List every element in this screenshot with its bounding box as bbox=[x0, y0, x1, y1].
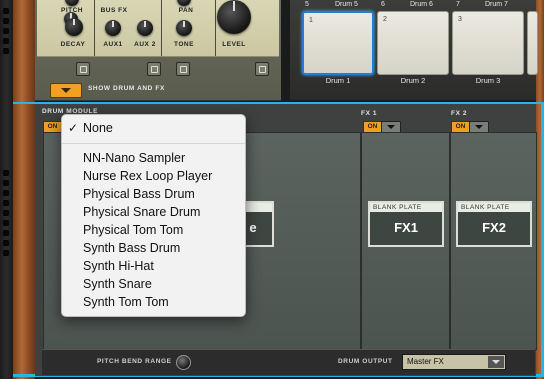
send-button[interactable] bbox=[76, 62, 90, 76]
decay-label: DECAY bbox=[60, 41, 86, 48]
menu-item-physical-bass-drum[interactable]: Physical Bass Drum bbox=[62, 185, 245, 203]
menu-item-synth-tom-tom[interactable]: Synth Tom Tom bbox=[62, 293, 245, 311]
menu-item-none[interactable]: ✓ None bbox=[62, 119, 245, 137]
drum-pad-4[interactable] bbox=[527, 11, 538, 75]
drum-output-value: Master FX bbox=[407, 357, 444, 366]
menu-item-nurse-rex-loop-player[interactable]: Nurse Rex Loop Player bbox=[62, 167, 245, 185]
show-drum-fx-toggle[interactable] bbox=[50, 83, 82, 98]
drum-pad-2[interactable]: 2 bbox=[377, 11, 449, 75]
pad-number: 1 bbox=[309, 17, 313, 24]
pan-label: PAN bbox=[178, 7, 194, 14]
pad-label: Drum 2 bbox=[400, 76, 426, 85]
rack-rail-left bbox=[0, 0, 13, 379]
checkmark-icon: ✓ bbox=[68, 121, 79, 135]
pitch-label: PITCH bbox=[61, 7, 83, 14]
fx2-blank-plate: BLANK PLATE FX2 bbox=[456, 201, 532, 247]
pad-label-top: Drum 7 bbox=[485, 1, 508, 8]
decay-knob[interactable] bbox=[65, 18, 83, 36]
menu-item-nn-nano-sampler[interactable]: NN-Nano Sampler bbox=[62, 149, 245, 167]
plate-name: FX2 bbox=[482, 220, 506, 235]
menu-separator bbox=[62, 143, 245, 144]
pitch-bend-range-label: PITCH BEND RANGE bbox=[97, 358, 172, 365]
fx1-blank-plate: BLANK PLATE FX1 bbox=[368, 201, 444, 247]
menu-item-physical-snare-drum[interactable]: Physical Snare Drum bbox=[62, 203, 245, 221]
show-drum-fx-label: SHOW DRUM AND FX bbox=[88, 85, 165, 92]
menu-item-synth-bass-drum[interactable]: Synth Bass Drum bbox=[62, 239, 245, 257]
tone-label: TONE bbox=[174, 41, 194, 48]
drum-pad-3[interactable]: 3 bbox=[452, 11, 524, 75]
send-button[interactable] bbox=[176, 62, 190, 76]
knob-cropped[interactable] bbox=[177, 0, 191, 6]
pad-number-top: 7 bbox=[456, 1, 460, 8]
level-knob[interactable] bbox=[217, 0, 251, 34]
pad-label-top: Drum 6 bbox=[410, 1, 433, 8]
level-label: LEVEL bbox=[222, 41, 246, 48]
drum-channel-controls: PITCH DECAY BUS FX AUX1 AUX 2 PAN TONE L… bbox=[37, 0, 279, 57]
bus-fx-label: BUS FX bbox=[100, 7, 128, 14]
aux1-knob[interactable] bbox=[105, 20, 121, 36]
chevron-down-icon bbox=[488, 356, 504, 368]
send-button[interactable] bbox=[147, 62, 161, 76]
tone-knob[interactable] bbox=[176, 20, 192, 36]
knob-cropped[interactable] bbox=[65, 0, 79, 6]
send-button[interactable] bbox=[255, 62, 269, 76]
plate-name: FX1 bbox=[394, 220, 418, 235]
menu-item-synth-snare[interactable]: Synth Snare bbox=[62, 275, 245, 293]
drum-pad-1[interactable]: 1 bbox=[302, 11, 374, 75]
drum-output-label: DRUM OUTPUT bbox=[338, 358, 393, 365]
pitch-bend-range-knob[interactable] bbox=[176, 355, 191, 370]
pad-number: 3 bbox=[458, 16, 462, 23]
aux2-knob[interactable] bbox=[137, 20, 153, 36]
menu-item-physical-tom-tom[interactable]: Physical Tom Tom bbox=[62, 221, 245, 239]
drum-output-select[interactable]: Master FX bbox=[402, 354, 506, 370]
pad-label: Drum 3 bbox=[475, 76, 501, 85]
plate-header: BLANK PLATE bbox=[370, 203, 442, 212]
aux2-label: AUX 2 bbox=[134, 41, 156, 48]
pad-label: Drum 1 bbox=[325, 76, 351, 85]
drum-module-menu: ✓ None NN-Nano Sampler Nurse Rex Loop Pl… bbox=[61, 114, 246, 317]
fx2-label: FX 2 bbox=[451, 110, 468, 117]
aux1-label: AUX1 bbox=[103, 41, 123, 48]
fx1-label: FX 1 bbox=[361, 110, 378, 117]
plate-header: BLANK PLATE bbox=[458, 203, 530, 212]
pad-number-top: 5 bbox=[305, 1, 309, 8]
wood-side-panel bbox=[13, 0, 35, 379]
pad-number-top: 6 bbox=[381, 1, 385, 8]
pad-number: 2 bbox=[383, 16, 387, 23]
pad-label-top: Drum 5 bbox=[335, 1, 358, 8]
menu-item-synth-hi-hat[interactable]: Synth Hi-Hat bbox=[62, 257, 245, 275]
